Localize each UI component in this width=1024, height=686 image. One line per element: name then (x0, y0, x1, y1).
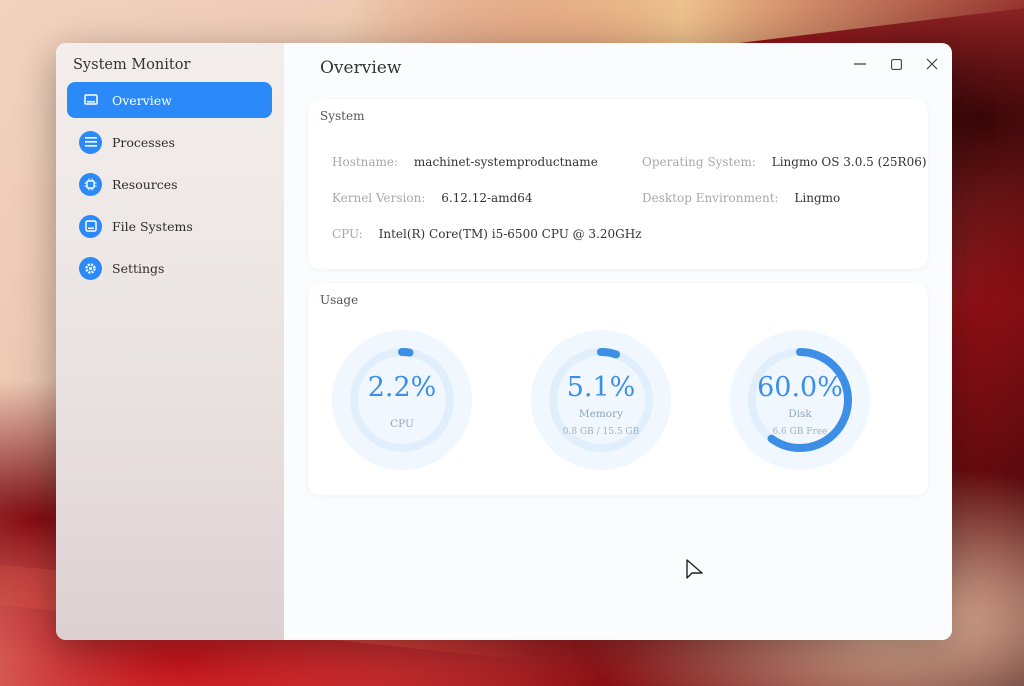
kernel-value: 6.12.12-amd64 (441, 191, 533, 205)
disk-gauge-value: 60.0% (757, 372, 843, 403)
os-label: Operating System: (642, 155, 756, 169)
sidebar-item-label: Overview (112, 92, 172, 108)
cpu-row: CPU: Intel(R) Core(TM) i5-6500 CPU @ 3.2… (332, 227, 642, 241)
hostname-label: Hostname: (332, 155, 399, 169)
os-row: Operating System: Lingmo OS 3.0.5 (25R06… (642, 155, 927, 169)
sidebar-nav: Overview Processes Resources File System… (67, 82, 272, 292)
usage-card: Usage 2.2% CPU 5.1% Memory 0.8 GB / 15.5… (308, 283, 928, 495)
desktop-value: Lingmo (794, 191, 841, 205)
sidebar-item-settings[interactable]: Settings (67, 250, 272, 286)
system-monitor-window: System Monitor Overview Processes Resour… (56, 43, 952, 640)
disk-gauge: 60.0% Disk 6.6 GB Free (730, 330, 870, 470)
sidebar-item-label: Processes (112, 134, 175, 150)
sidebar-item-overview[interactable]: Overview (67, 82, 272, 118)
memory-gauge-sub: 0.8 GB / 15.5 GB (562, 427, 640, 437)
page-title: Overview (320, 58, 402, 78)
sidebar: System Monitor Overview Processes Resour… (56, 43, 284, 640)
cpu-label: CPU: (332, 227, 363, 241)
mouse-cursor-icon (686, 559, 703, 579)
cpu-gauge-label: CPU (390, 418, 414, 430)
gear-icon (79, 256, 102, 280)
minimize-button[interactable] (849, 53, 871, 75)
monitor-icon (79, 89, 102, 112)
desktop-row: Desktop Environment: Lingmo (642, 191, 840, 205)
system-section-title: System (320, 109, 365, 123)
sidebar-item-file-systems[interactable]: File Systems (67, 208, 272, 244)
memory-gauge-value: 5.1% (566, 372, 636, 403)
chip-icon (79, 172, 102, 196)
sidebar-item-label: Settings (112, 260, 165, 276)
sidebar-item-processes[interactable]: Processes (67, 124, 272, 160)
cpu-value: Intel(R) Core(TM) i5-6500 CPU @ 3.20GHz (378, 227, 642, 241)
cpu-gauge-value: 2.2% (367, 372, 437, 403)
desktop-label: Desktop Environment: (642, 191, 779, 205)
disk-gauge-sub: 6.6 GB Free (772, 427, 828, 437)
system-info-card: System Hostname: machinet-systemproductn… (308, 99, 928, 269)
kernel-row: Kernel Version: 6.12.12-amd64 (332, 191, 533, 205)
drive-icon (79, 214, 102, 238)
maximize-button[interactable] (885, 53, 907, 75)
sidebar-item-label: File Systems (112, 218, 193, 234)
kernel-label: Kernel Version: (332, 191, 426, 205)
disk-gauge-label: Disk (788, 408, 812, 420)
memory-gauge: 5.1% Memory 0.8 GB / 15.5 GB (531, 330, 671, 470)
main-content: Overview System Hostname: machinet-syste… (284, 43, 952, 640)
sidebar-item-resources[interactable]: Resources (67, 166, 272, 202)
minimize-icon (854, 63, 866, 65)
sidebar-item-label: Resources (112, 176, 178, 192)
hostname-value: machinet-systemproductname (413, 155, 598, 169)
close-icon (926, 58, 938, 70)
cpu-gauge: 2.2% CPU (332, 330, 472, 470)
memory-gauge-label: Memory (578, 408, 624, 420)
list-icon (79, 130, 102, 154)
os-value: Lingmo OS 3.0.5 (25R06) (771, 155, 927, 169)
app-title: System Monitor (73, 57, 191, 73)
usage-section-title: Usage (320, 293, 359, 307)
hostname-row: Hostname: machinet-systemproductname (332, 155, 598, 169)
close-button[interactable] (921, 53, 943, 75)
maximize-icon (890, 58, 902, 70)
